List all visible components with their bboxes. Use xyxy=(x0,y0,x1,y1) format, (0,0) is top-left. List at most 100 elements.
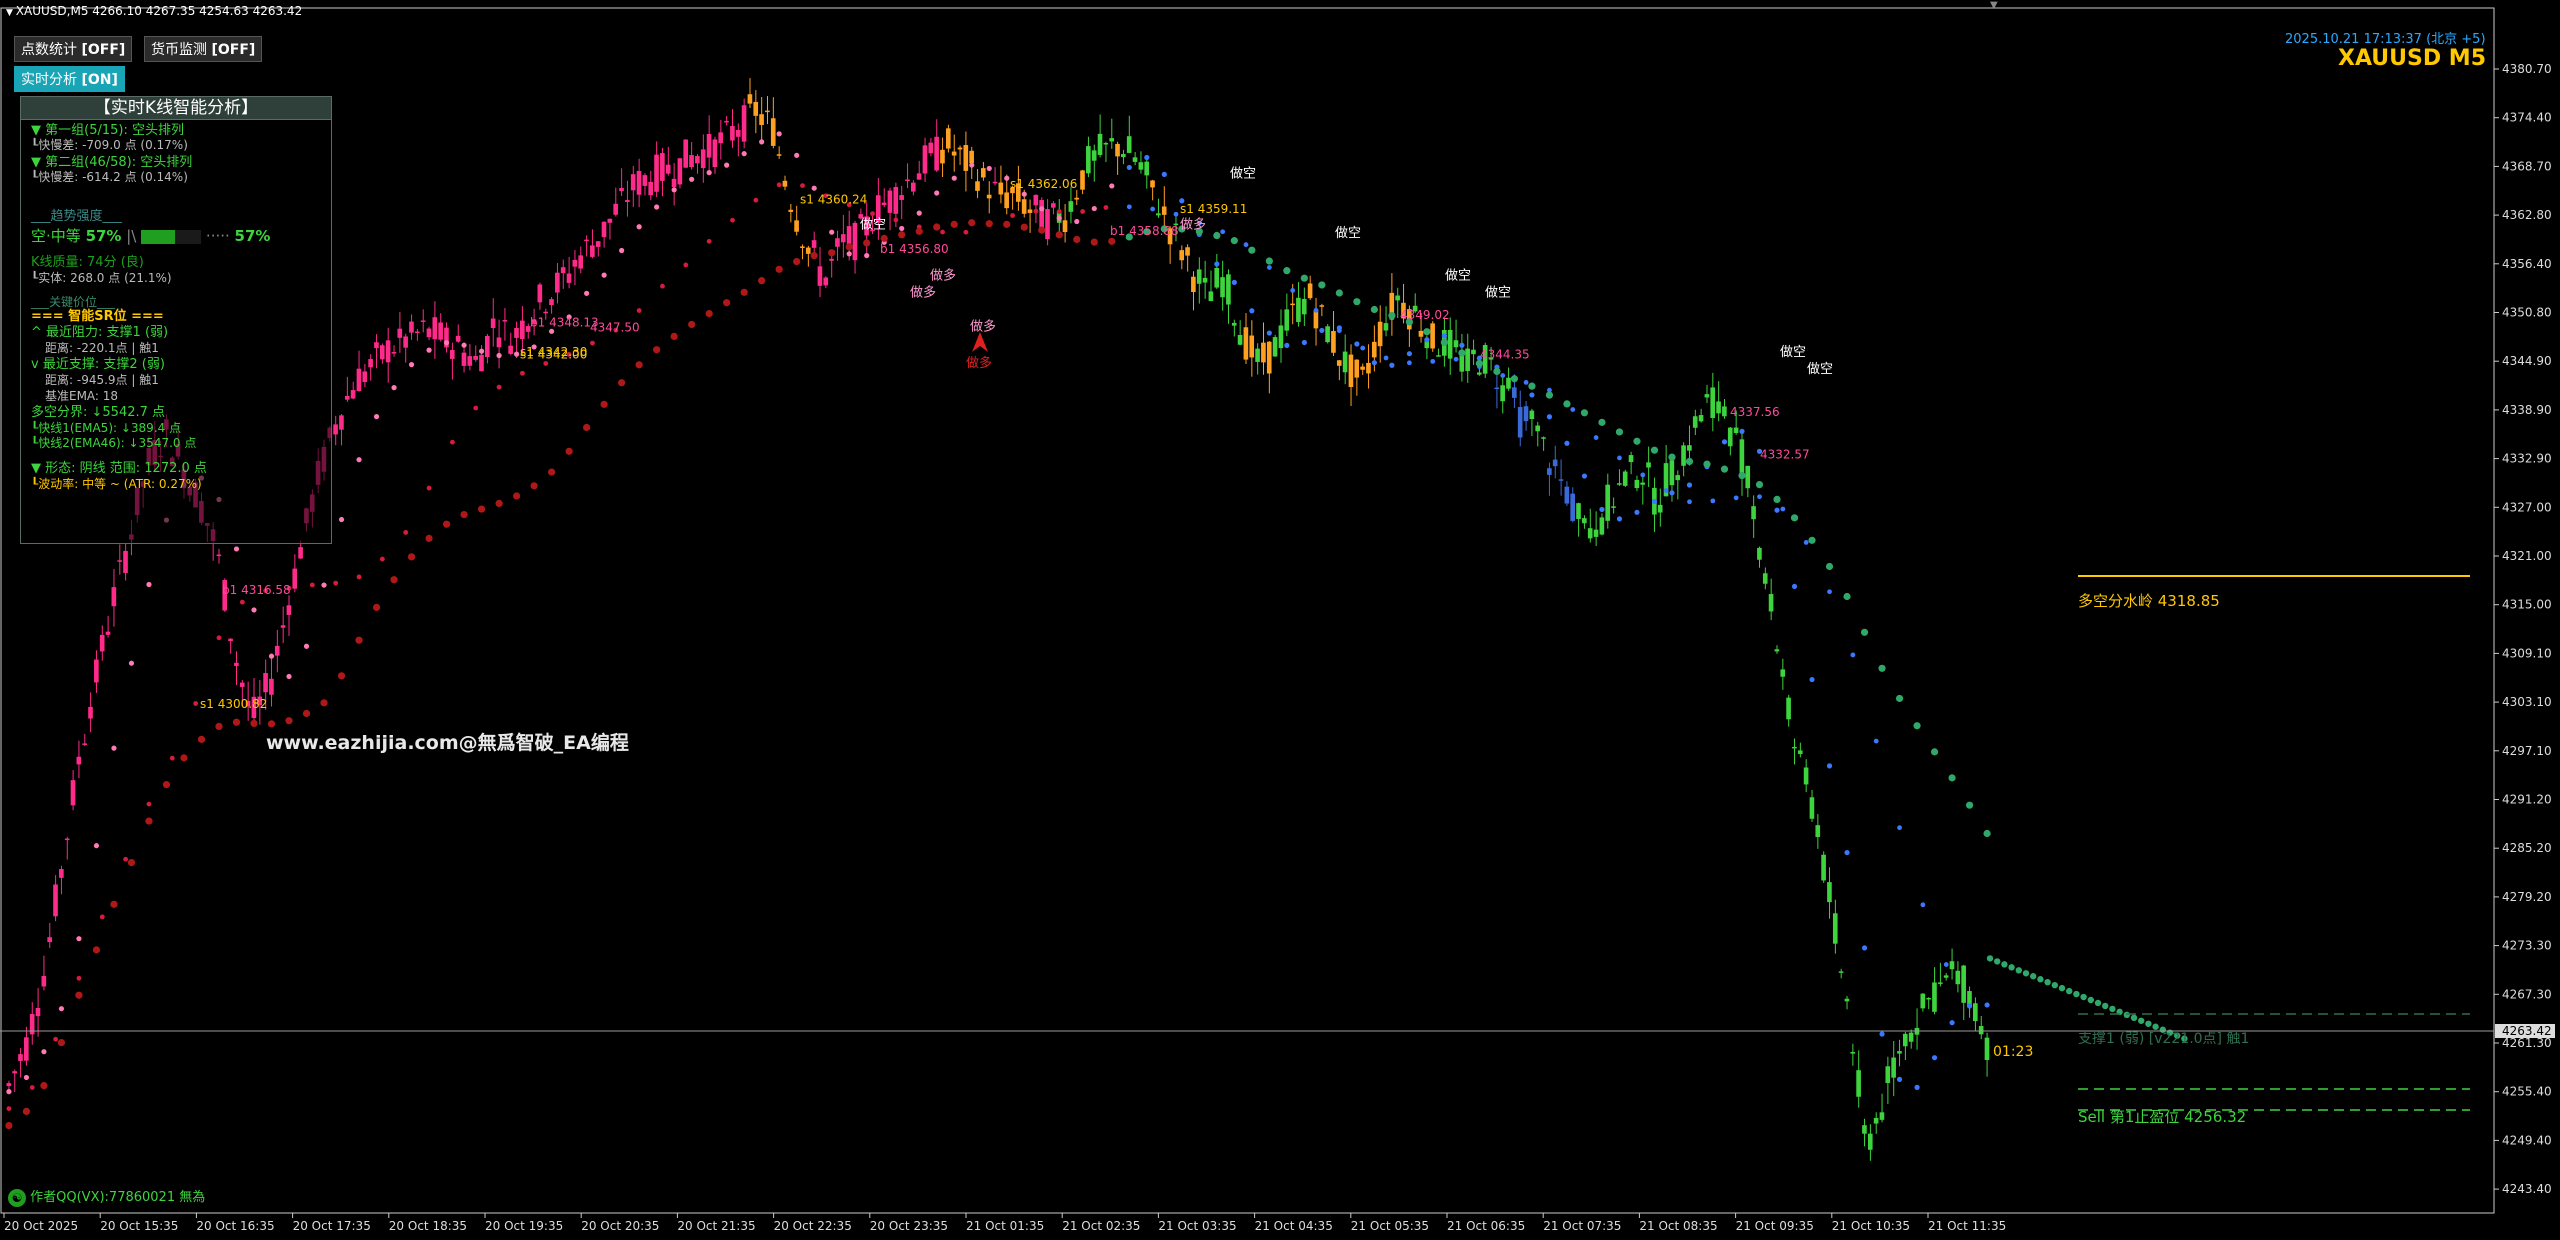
candle-body[interactable] xyxy=(1220,277,1225,298)
candle-body[interactable] xyxy=(1698,415,1704,422)
candle-body[interactable] xyxy=(724,120,729,123)
candle-body[interactable] xyxy=(379,345,385,360)
candle-body[interactable] xyxy=(584,239,589,242)
candle-body[interactable] xyxy=(59,869,64,878)
candle-body[interactable] xyxy=(1943,975,1949,978)
candle-body[interactable] xyxy=(1547,468,1552,475)
candle-body[interactable] xyxy=(654,154,659,192)
candle-body[interactable] xyxy=(438,322,443,340)
candle-body[interactable] xyxy=(1972,1003,1978,1022)
candle-body[interactable] xyxy=(1739,439,1745,477)
candle-body[interactable] xyxy=(1780,669,1786,677)
candle-body[interactable] xyxy=(1827,882,1832,903)
candle-body[interactable] xyxy=(1290,303,1295,306)
candle-body[interactable] xyxy=(12,1071,17,1074)
candle-body[interactable] xyxy=(1745,465,1751,489)
buy-marker[interactable]: 做多 xyxy=(930,268,956,284)
candle-body[interactable] xyxy=(1809,797,1815,819)
candle-body[interactable] xyxy=(916,173,922,180)
candle-body[interactable] xyxy=(671,178,677,188)
candle-body[interactable] xyxy=(1278,325,1284,349)
candle-body[interactable] xyxy=(18,1054,23,1061)
candle-body[interactable] xyxy=(228,638,233,642)
candle-body[interactable] xyxy=(1576,503,1581,519)
candle-body[interactable] xyxy=(1115,143,1120,157)
candle-body[interactable] xyxy=(94,659,99,683)
candle-body[interactable] xyxy=(356,368,362,392)
candle-body[interactable] xyxy=(490,318,496,329)
candle-body[interactable] xyxy=(479,354,484,372)
candle-body[interactable] xyxy=(1161,206,1167,215)
candle-body[interactable] xyxy=(1535,425,1540,432)
currency-monitor-button[interactable]: 货币监测 [OFF] xyxy=(144,36,263,62)
candle-body[interactable] xyxy=(555,272,560,293)
candle-body[interactable] xyxy=(1103,143,1109,145)
candle-body[interactable] xyxy=(823,277,829,286)
candle-body[interactable] xyxy=(409,321,414,333)
candle-body[interactable] xyxy=(1476,372,1482,375)
candle-body[interactable] xyxy=(123,550,128,573)
candle-body[interactable] xyxy=(1891,1057,1896,1078)
candle-body[interactable] xyxy=(1039,199,1044,230)
candle-body[interactable] xyxy=(1727,427,1733,447)
candle-body[interactable] xyxy=(730,126,735,141)
candle-body[interactable] xyxy=(1768,594,1774,612)
candle-body[interactable] xyxy=(566,273,572,283)
candle-body[interactable] xyxy=(47,937,52,943)
candle-body[interactable] xyxy=(350,390,356,399)
candle-body[interactable] xyxy=(1395,295,1400,301)
candle-body[interactable] xyxy=(344,395,350,400)
candle-body[interactable] xyxy=(1867,1133,1873,1150)
candle-body[interactable] xyxy=(1803,767,1809,785)
candle-body[interactable] xyxy=(391,352,397,354)
candle-body[interactable] xyxy=(543,311,548,314)
candle-body[interactable] xyxy=(1494,387,1500,390)
candle-body[interactable] xyxy=(572,259,578,267)
candle-body[interactable] xyxy=(759,114,764,125)
candle-body[interactable] xyxy=(1792,746,1797,749)
candle-body[interactable] xyxy=(1558,479,1564,481)
candle-body[interactable] xyxy=(1033,194,1039,206)
candle-body[interactable] xyxy=(1832,913,1838,944)
candle-body[interactable] xyxy=(601,221,607,238)
candle-body[interactable] xyxy=(1208,291,1214,301)
candle-body[interactable] xyxy=(1902,1033,1908,1047)
candle-body[interactable] xyxy=(1681,445,1686,466)
candle-body[interactable] xyxy=(455,335,461,342)
candle-body[interactable] xyxy=(776,154,782,156)
candle-body[interactable] xyxy=(1202,277,1208,283)
candle-body[interactable] xyxy=(1004,192,1009,209)
candle-body[interactable] xyxy=(105,631,111,635)
candle-body[interactable] xyxy=(1897,1051,1902,1054)
price-chart[interactable]: 4380.70 4374.40 4368.70 4362.80 4356.40 4350.… xyxy=(0,0,2560,1240)
candle-body[interactable] xyxy=(64,838,70,841)
candle-body[interactable] xyxy=(718,132,724,144)
candle-body[interactable] xyxy=(274,645,280,656)
candle-body[interactable] xyxy=(432,317,438,340)
candle-body[interactable] xyxy=(292,568,298,589)
candle-body[interactable] xyxy=(1552,459,1558,467)
candle-body[interactable] xyxy=(665,164,671,174)
candle-body[interactable] xyxy=(1459,354,1465,372)
candle-body[interactable] xyxy=(1266,341,1272,374)
candle-body[interactable] xyxy=(1582,518,1587,524)
candle-body[interactable] xyxy=(1284,309,1290,331)
candle-body[interactable] xyxy=(280,625,286,628)
candle-body[interactable] xyxy=(298,547,303,559)
candle-body[interactable] xyxy=(1156,213,1161,216)
candle-body[interactable] xyxy=(420,320,426,322)
candle-body[interactable] xyxy=(1132,157,1138,162)
realtime-analysis-button[interactable]: 实时分析 [ON] xyxy=(14,66,125,92)
candle-body[interactable] xyxy=(216,554,222,557)
candle-body[interactable] xyxy=(829,258,834,261)
candle-body[interactable] xyxy=(1949,961,1955,970)
candle-body[interactable] xyxy=(782,180,788,187)
candle-body[interactable] xyxy=(1150,180,1155,188)
candle-body[interactable] xyxy=(1045,209,1050,240)
candle-body[interactable] xyxy=(1640,482,1646,485)
candle-body[interactable] xyxy=(1844,998,1850,1002)
candle-body[interactable] xyxy=(595,241,601,247)
candle-body[interactable] xyxy=(560,267,566,274)
candle-body[interactable] xyxy=(893,186,899,214)
candle-body[interactable] xyxy=(1319,305,1325,307)
